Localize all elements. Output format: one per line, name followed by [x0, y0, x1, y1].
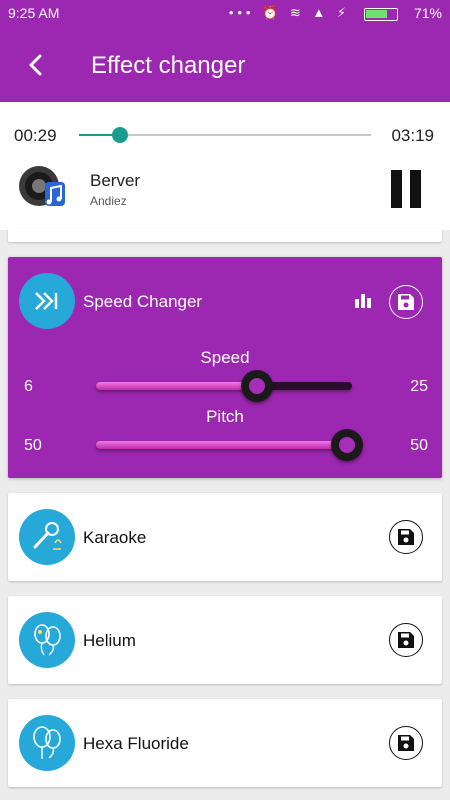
seek-bar[interactable] — [79, 127, 371, 143]
speed-max: 25 — [410, 378, 428, 395]
status-time: 9:25 AM — [8, 5, 60, 21]
pitch-slider-fill — [96, 441, 347, 449]
pause-button[interactable] — [388, 170, 424, 208]
floppy-disk-icon — [398, 632, 414, 648]
balloons-icon — [19, 612, 75, 668]
back-arrow-icon[interactable] — [20, 48, 54, 82]
microphone-icon — [19, 509, 75, 565]
speaker-music-icon — [17, 162, 67, 210]
floppy-disk-icon — [398, 529, 414, 545]
seek-thumb[interactable] — [111, 127, 128, 143]
pitch-max: 50 — [410, 437, 428, 454]
effect-name: Hexa Fluoride — [83, 734, 189, 753]
balloons-sf-icon — [19, 715, 75, 771]
effect-card-helium[interactable]: Helium — [8, 596, 442, 684]
pause-icon — [391, 170, 402, 208]
effect-name: Speed Changer — [83, 292, 203, 311]
save-button[interactable] — [389, 726, 423, 760]
effect-card-karaoke[interactable]: Karaoke — [8, 493, 442, 581]
fast-forward-icon — [19, 273, 75, 329]
total-time: 03:19 — [391, 126, 434, 145]
battery-icon — [364, 8, 398, 21]
song-title: Berver — [90, 171, 141, 190]
pitch-slider[interactable] — [96, 429, 363, 461]
pitch-label: Pitch — [206, 407, 244, 426]
card-edge — [8, 228, 442, 242]
floppy-disk-icon — [398, 735, 414, 751]
player-panel: 00:29 03:19 Berver Andiez — [0, 102, 450, 230]
save-button[interactable] — [389, 623, 423, 657]
status-bar: 9:25 AM ••• ⏰ ≋ ▲ ⚡ 71% — [0, 0, 450, 28]
bar-chart-icon[interactable] — [354, 292, 372, 308]
effect-name: Karaoke — [83, 528, 147, 547]
effect-name: Helium — [83, 631, 136, 650]
speed-slider[interactable] — [96, 370, 352, 402]
floppy-disk-icon — [398, 294, 414, 310]
speed-slider-fill — [96, 382, 258, 390]
pitch-slider-thumb[interactable] — [330, 429, 363, 461]
speed-slider-thumb[interactable] — [241, 370, 274, 402]
speed-label: Speed — [200, 348, 250, 367]
page-title: Effect changer — [91, 52, 246, 79]
status-icons: ••• ⏰ ≋ ▲ ⚡ — [228, 5, 350, 20]
effect-card-speed-changer[interactable]: Speed Changer Speed 6 25 Pitch 50 50 — [8, 257, 442, 478]
effect-card-hexa-fluoride[interactable]: Hexa Fluoride — [8, 699, 442, 787]
speed-min: 6 — [24, 378, 33, 395]
pitch-min: 50 — [24, 437, 42, 454]
current-time: 00:29 — [14, 126, 57, 145]
app-bar: Effect changer — [0, 28, 450, 102]
battery-percent: 71% — [413, 5, 442, 21]
save-button[interactable] — [389, 285, 423, 319]
save-button[interactable] — [389, 520, 423, 554]
artist-name: Andiez — [90, 194, 127, 208]
